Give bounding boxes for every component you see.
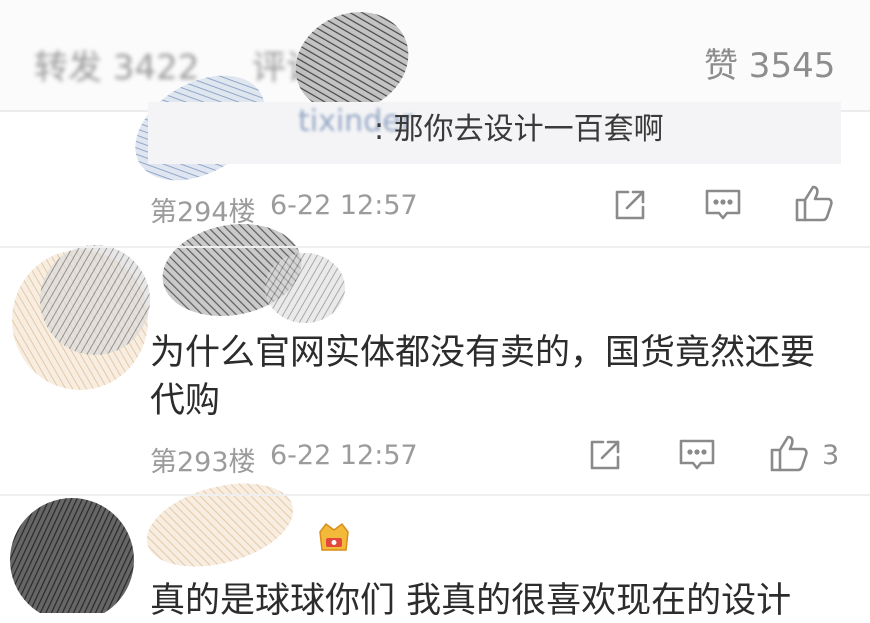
comment-text: 为什么官网实体都没有卖的，国货竟然还要 — [150, 333, 816, 373]
quoted-text: : 那你去设计一百套啊 — [374, 112, 664, 147]
floor-number: 第294楼 — [150, 197, 256, 228]
scribble-overlay — [10, 12, 409, 613]
like-icon[interactable] — [768, 432, 810, 474]
divider — [0, 494, 870, 496]
comment-text-line2: 代购 — [150, 381, 221, 421]
badge-icon — [316, 518, 352, 554]
share-icon[interactable] — [586, 436, 624, 474]
floor-number: 第293楼 — [150, 447, 256, 478]
comment-text: 真的是球球你们 我真的很喜欢现在的设计 — [150, 581, 792, 621]
share-icon[interactable] — [611, 186, 649, 224]
comment-time: 6-22 12:57 — [270, 190, 418, 221]
like-icon[interactable] — [793, 182, 835, 224]
like-count: 3 — [822, 440, 840, 471]
divider — [0, 246, 870, 248]
comment-icon[interactable] — [703, 186, 743, 224]
comment-icon[interactable] — [677, 436, 717, 474]
comment-time: 6-22 12:57 — [270, 440, 418, 471]
